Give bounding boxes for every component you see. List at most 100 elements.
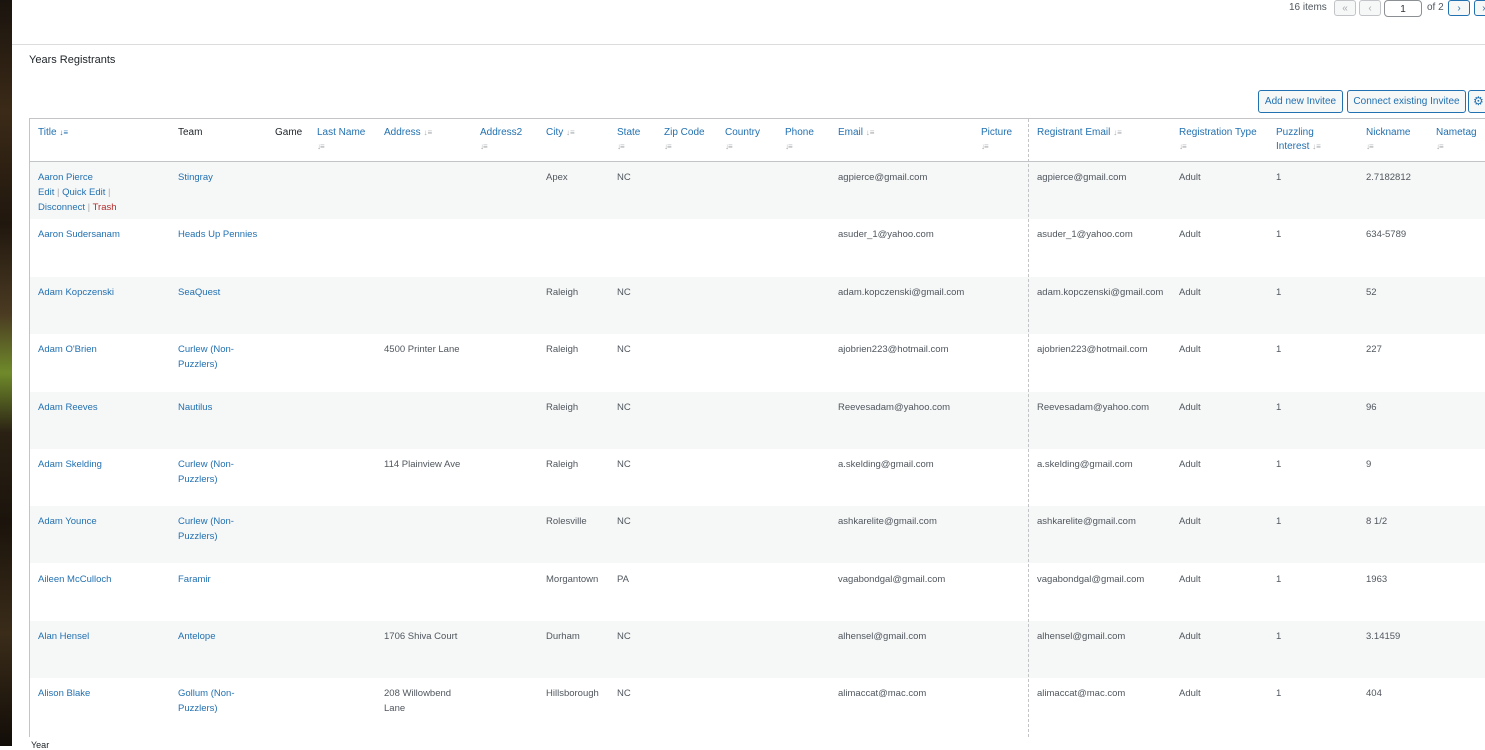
registrant-title-link[interactable]: Alison Blake xyxy=(38,686,90,701)
nickname-cell: 8 1/2 xyxy=(1366,516,1388,527)
registration-type-cell: Adult xyxy=(1179,688,1201,699)
puzzling-interest-cell: 1 xyxy=(1276,459,1282,470)
table-row: Adam Reeves Nautilus Raleigh NC Reevesad… xyxy=(30,392,1485,449)
registrant-email-cell: adam.kopczenski@gmail.com xyxy=(1037,287,1164,298)
column-team: Team xyxy=(178,127,203,138)
team-link[interactable]: Nautilus xyxy=(178,400,212,415)
background-image-strip xyxy=(0,0,12,746)
registrant-title-link[interactable]: Adam Younce xyxy=(38,514,97,529)
table-row: Adam Skelding Curlew (Non- Puzzlers) 114 … xyxy=(30,449,1485,506)
column-puzzling-interest[interactable]: Puzzling Interest ↓≡ xyxy=(1276,126,1321,154)
column-phone[interactable]: Phone ↓≡ xyxy=(785,126,814,154)
registrant-email-cell: Reevesadam@yahoo.com xyxy=(1037,402,1150,413)
registrant-title-link[interactable]: Alan Hensel xyxy=(38,629,89,644)
row-title-cell: Aaron Pierce Edit | Quick Edit | Disconn… xyxy=(38,172,117,213)
team-link[interactable]: Curlew (Non- Puzzlers) xyxy=(178,514,234,544)
column-nickname[interactable]: Nickname ↓≡ xyxy=(1366,126,1410,154)
puzzling-interest-cell: 1 xyxy=(1276,688,1282,699)
column-address[interactable]: Address ↓≡ xyxy=(384,126,432,140)
registrant-title-link[interactable]: Adam Kopczenski xyxy=(38,285,114,300)
state-cell: NC xyxy=(617,287,631,298)
city-cell: Raleigh xyxy=(546,402,579,413)
table-row: Adam O'Brien Curlew (Non- Puzzlers) 4500 … xyxy=(30,334,1485,391)
column-last-name[interactable]: Last Name ↓≡ xyxy=(317,126,365,154)
quick-edit-link[interactable]: Quick Edit xyxy=(62,187,105,198)
column-state[interactable]: State ↓≡ xyxy=(617,126,640,154)
team-link[interactable]: Heads Up Pennies xyxy=(178,227,257,242)
column-registrant-email[interactable]: Registrant Email ↓≡ xyxy=(1037,126,1122,140)
trash-link[interactable]: Trash xyxy=(93,202,117,213)
team-link[interactable]: Antelope xyxy=(178,629,216,644)
column-picture[interactable]: Picture ↓≡ xyxy=(981,126,1012,154)
state-cell: NC xyxy=(617,688,631,699)
column-title[interactable]: Title ↓≡ xyxy=(38,126,68,140)
column-city[interactable]: City ↓≡ xyxy=(546,126,575,140)
city-cell: Raleigh xyxy=(546,459,579,470)
first-page-button[interactable]: « xyxy=(1334,0,1356,16)
gear-icon[interactable]: ⚙ xyxy=(1468,90,1485,113)
city-cell: Raleigh xyxy=(546,287,579,298)
connect-existing-invitee-button[interactable]: Connect existing Invitee xyxy=(1347,90,1466,113)
email-cell: ajobrien223@hotmail.com xyxy=(838,344,949,355)
registrant-email-cell: alimaccat@mac.com xyxy=(1037,688,1126,699)
current-page-input[interactable]: 1 xyxy=(1384,0,1422,17)
team-link[interactable]: Curlew (Non- Puzzlers) xyxy=(178,342,234,372)
email-cell: Reevesadam@yahoo.com xyxy=(838,402,951,413)
add-new-invitee-button[interactable]: Add new Invitee xyxy=(1258,90,1343,113)
registrants-table: Title ↓≡ Team Game Last Name ↓≡ Address ↓… xyxy=(29,118,1485,737)
column-zip-code[interactable]: Zip Code ↓≡ xyxy=(664,126,705,154)
column-address2[interactable]: Address2 ↓≡ xyxy=(480,126,522,154)
city-cell: Raleigh xyxy=(546,344,579,355)
column-country[interactable]: Country ↓≡ xyxy=(725,126,760,154)
city-cell: Hillsborough xyxy=(546,688,599,699)
registrant-title-link[interactable]: Aileen McCulloch xyxy=(38,572,111,587)
nickname-cell: 2.7182812 xyxy=(1366,172,1411,183)
team-link[interactable]: Gollum (Non- Puzzlers) xyxy=(178,686,235,716)
disconnect-link[interactable]: Disconnect xyxy=(38,202,85,213)
table-row: Aileen McCulloch Faramir Morgantown PA v… xyxy=(30,564,1485,621)
state-cell: NC xyxy=(617,402,631,413)
column-game: Game xyxy=(275,127,303,138)
registrant-title-link[interactable]: Adam O'Brien xyxy=(38,342,97,357)
registrant-title-link[interactable]: Aaron Pierce xyxy=(38,172,93,183)
email-cell: adam.kopczenski@gmail.com xyxy=(838,287,965,298)
team-link[interactable]: Curlew (Non- Puzzlers) xyxy=(178,457,234,487)
state-cell: NC xyxy=(617,172,631,183)
total-pages-label: of 2 xyxy=(1427,2,1444,13)
registrant-email-cell: ashkarelite@gmail.com xyxy=(1037,516,1136,527)
puzzling-interest-cell: 1 xyxy=(1276,229,1282,240)
registrant-email-cell: a.skelding@gmail.com xyxy=(1037,459,1133,470)
registration-type-cell: Adult xyxy=(1179,516,1201,527)
nickname-cell: 1963 xyxy=(1366,574,1388,585)
registrant-title-link[interactable]: Aaron Sudersanam xyxy=(38,227,120,242)
city-cell: Apex xyxy=(546,172,568,183)
column-nametag[interactable]: Nametag ↓≡ xyxy=(1436,126,1477,154)
edit-link[interactable]: Edit xyxy=(38,187,54,198)
table-row: Adam Kopczenski SeaQuest Raleigh NC adam… xyxy=(30,277,1485,334)
table-row: Alison Blake Gollum (Non- Puzzlers) 208 W… xyxy=(30,678,1485,735)
email-cell: a.skelding@gmail.com xyxy=(838,459,934,470)
items-count: 16 items xyxy=(1289,2,1327,13)
email-cell: alhensel@gmail.com xyxy=(838,631,927,642)
registrant-title-link[interactable]: Adam Reeves xyxy=(38,400,98,415)
box-title: Years Registrants xyxy=(29,54,116,66)
nickname-cell: 634-5789 xyxy=(1366,229,1407,240)
column-registration-type[interactable]: Registration Type ↓≡ xyxy=(1179,126,1257,154)
team-link[interactable]: Stingray xyxy=(178,170,213,185)
team-link[interactable]: SeaQuest xyxy=(178,285,220,300)
prev-page-button[interactable]: ‹ xyxy=(1359,0,1381,16)
address-cell: 208 Willowbend Lane xyxy=(384,688,452,714)
next-page-button[interactable]: › xyxy=(1448,0,1470,16)
registrant-email-cell: asuder_1@yahoo.com xyxy=(1037,229,1133,240)
registrant-title-link[interactable]: Adam Skelding xyxy=(38,457,102,472)
table-row: Adam Younce Curlew (Non- Puzzlers) Rolesv… xyxy=(30,506,1485,563)
last-page-button[interactable]: » xyxy=(1474,0,1485,16)
nickname-cell: 227 xyxy=(1366,344,1382,355)
registration-type-cell: Adult xyxy=(1179,459,1201,470)
column-email[interactable]: Email ↓≡ xyxy=(838,126,874,140)
registration-type-cell: Adult xyxy=(1179,631,1201,642)
nickname-cell: 9 xyxy=(1366,459,1372,470)
next-box-title: Year xyxy=(31,740,50,750)
email-cell: vagabondgal@gmail.com xyxy=(838,574,946,585)
team-link[interactable]: Faramir xyxy=(178,572,211,587)
